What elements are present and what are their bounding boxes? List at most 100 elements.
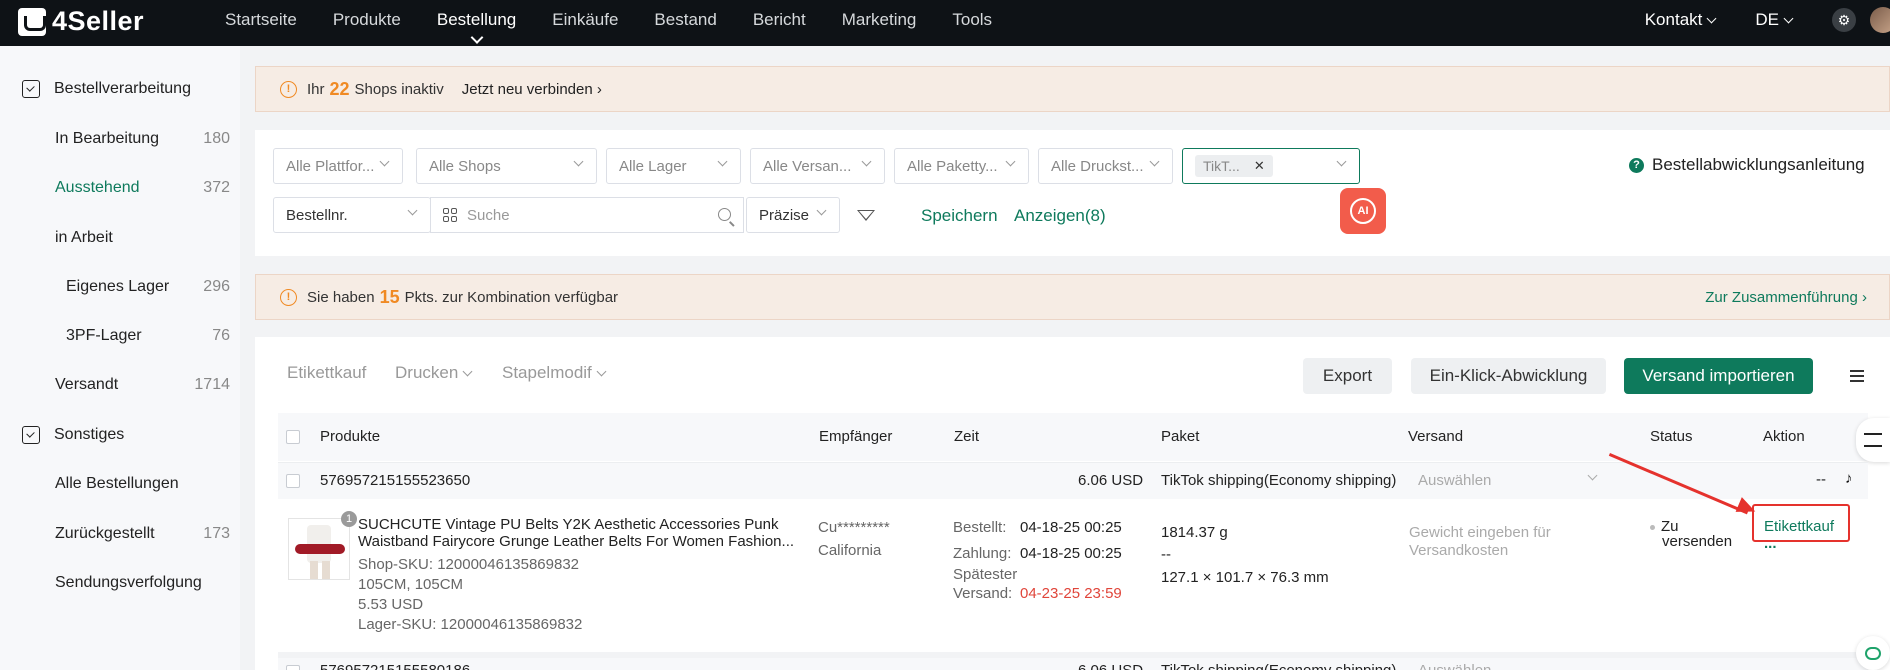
- chevron-down-icon: [462, 366, 473, 376]
- banner-text-pre: Sie haben: [307, 288, 375, 306]
- chevron-down-icon: [1005, 156, 1016, 167]
- tiktok-icon: ♪: [1845, 470, 1853, 487]
- search-icon[interactable]: [718, 208, 731, 221]
- nav-einkaeufe[interactable]: Einkäufe: [552, 0, 618, 46]
- sidebar-item-versandt[interactable]: Versandt 1714: [55, 376, 230, 394]
- language-dropdown[interactable]: DE: [1755, 10, 1794, 30]
- sidebar-item-count: 296: [203, 278, 230, 295]
- batch-edit-dropdown[interactable]: Stapelmodif: [502, 363, 607, 383]
- print-dropdown[interactable]: Drucken: [395, 363, 473, 383]
- show-filters-button[interactable]: Anzeigen(8): [1014, 206, 1106, 226]
- nav-produkte[interactable]: Produkte: [333, 0, 401, 46]
- sidebar-item-label: Zurückgestellt: [55, 525, 155, 542]
- carrier-select[interactable]: Auswählen: [1418, 470, 1608, 489]
- nav-bestand[interactable]: Bestand: [654, 0, 716, 46]
- ordered-label: Bestellt:: [953, 519, 1007, 536]
- package-type-filter-value: Alle Paketty...: [907, 157, 998, 175]
- product-variant: 105CM, 105CM: [358, 576, 464, 593]
- search-input[interactable]: Suche: [430, 197, 744, 233]
- sidebar-item-label: Eigenes Lager: [66, 278, 170, 295]
- warning-icon: !: [280, 288, 297, 306]
- order-id[interactable]: 576957215155580186: [320, 662, 470, 670]
- chevron-down-icon: [1149, 156, 1160, 167]
- filter-icon[interactable]: [857, 210, 875, 221]
- col-produkte: Produkte: [320, 428, 381, 445]
- col-zeit: Zeit: [954, 428, 980, 445]
- chevron-down-icon: [596, 366, 607, 376]
- warehouse-filter[interactable]: Alle Lager: [606, 148, 741, 184]
- sidebar-item-label: In Bearbeitung: [55, 130, 160, 147]
- reconnect-link[interactable]: Jetzt neu verbinden ›: [462, 81, 602, 98]
- select-all-checkbox[interactable]: [286, 430, 300, 444]
- label-purchase-bulk-label: Etikettkauf: [287, 363, 367, 382]
- nav-bericht[interactable]: Bericht: [753, 0, 806, 46]
- chevron-down-icon: [816, 205, 827, 216]
- merge-link[interactable]: Zur Zusammenführung ›: [1705, 289, 1867, 306]
- chevron-down-icon: [1336, 156, 1347, 167]
- sidebar-item-in-bearbeitung[interactable]: In Bearbeitung 180: [55, 130, 230, 148]
- filter-panel: Alle Plattfor... Alle Shops Alle Lager A…: [255, 130, 1890, 256]
- one-click-process-button[interactable]: Ein-Klick-Abwicklung: [1411, 358, 1606, 394]
- sidebar-item-zurueckgestellt[interactable]: Zurückgestellt 173: [55, 525, 230, 543]
- sidebar-item-label: Sendungsverfolgung: [55, 574, 202, 591]
- sidebar-item-in-arbeit[interactable]: in Arbeit: [55, 229, 230, 247]
- sidebar: Bestellverarbeitung In Bearbeitung 180 Au…: [0, 46, 240, 670]
- label-purchase-bulk-button[interactable]: Etikettkauf: [287, 363, 366, 383]
- tag-filter[interactable]: TikT... ✕: [1182, 148, 1360, 184]
- nav-tools[interactable]: Tools: [952, 0, 992, 46]
- shops-filter[interactable]: Alle Shops: [416, 148, 597, 184]
- order-checkbox[interactable]: [286, 474, 300, 488]
- platform-filter[interactable]: Alle Plattfor...: [273, 148, 403, 184]
- carrier-select[interactable]: Auswählen: [1418, 662, 1491, 670]
- search-type-select[interactable]: Bestellnr.: [273, 197, 431, 233]
- print-status-filter[interactable]: Alle Druckst...: [1038, 148, 1173, 184]
- nav-bestellung[interactable]: Bestellung: [437, 0, 516, 46]
- chat-support-icon[interactable]: [1856, 636, 1890, 670]
- package-type-filter[interactable]: Alle Paketty...: [894, 148, 1029, 184]
- export-button[interactable]: Export: [1303, 358, 1392, 394]
- sidebar-item-label: 3PF-Lager: [66, 327, 142, 344]
- search-list-tool-icon[interactable]: [1856, 418, 1890, 462]
- sidebar-item-sendungsverfolgung[interactable]: Sendungsverfolgung: [55, 574, 230, 592]
- sidebar-item-3pf-lager[interactable]: 3PF-Lager 76: [66, 327, 230, 345]
- sidebar-group-order-processing[interactable]: Bestellverarbeitung: [22, 80, 191, 98]
- sidebar-item-alle-bestellungen[interactable]: Alle Bestellungen: [55, 475, 230, 493]
- sidebar-item-label: Versandt: [55, 376, 119, 393]
- close-icon[interactable]: ✕: [1254, 158, 1265, 174]
- product-title-line1[interactable]: SUCHCUTE Vintage PU Belts Y2K Aesthetic …: [358, 516, 778, 533]
- recipient-region: California: [818, 542, 882, 559]
- reconnect-link-label: Jetzt neu verbinden: [461, 80, 593, 98]
- ai-assistant-button[interactable]: AI: [1340, 188, 1386, 234]
- save-filter-button[interactable]: Speichern: [921, 206, 998, 226]
- status-text-line2: versenden: [1662, 533, 1733, 550]
- package-dash: --: [1161, 546, 1171, 563]
- column-settings-icon[interactable]: [1850, 370, 1864, 382]
- product-title-line2[interactable]: Waistband Fairycore Grunge Leather Belts…: [358, 533, 794, 550]
- merge-link-label: Zur Zusammenführung: [1705, 288, 1858, 306]
- sidebar-item-ausstehend[interactable]: Ausstehend 372: [55, 179, 230, 197]
- precision-value: Präzise: [759, 206, 810, 224]
- chevron-down-icon: [861, 156, 872, 167]
- order-checkbox[interactable]: [286, 665, 300, 670]
- ai-icon: AI: [1350, 198, 1376, 224]
- ordered-time: 04-18-25 00:25: [1020, 519, 1122, 536]
- sidebar-group-sonstiges[interactable]: Sonstiges: [22, 426, 124, 444]
- inactive-shops-banner: ! Ihr 22 Shops inaktiv Jetzt neu verbind…: [255, 66, 1890, 112]
- order-id[interactable]: 576957215155523650: [320, 472, 470, 489]
- import-shipping-button[interactable]: Versand importieren: [1624, 358, 1813, 394]
- shop-sku: Shop-SKU: 12000046135869832: [358, 556, 580, 573]
- sidebar-item-count: 372: [203, 179, 230, 196]
- precision-select[interactable]: Präzise: [746, 197, 840, 233]
- gear-icon[interactable]: ⚙: [1832, 8, 1856, 32]
- product-thumbnail[interactable]: [288, 518, 350, 580]
- sidebar-item-eigenes-lager[interactable]: Eigenes Lager 296: [66, 278, 230, 296]
- nav-startseite[interactable]: Startseite: [225, 0, 297, 46]
- nav-marketing[interactable]: Marketing: [842, 0, 917, 46]
- search-placeholder: Suche: [467, 206, 510, 224]
- shipping-filter[interactable]: Alle Versan...: [750, 148, 885, 184]
- order-total: 6.06 USD: [1078, 472, 1144, 489]
- order-guide-link[interactable]: ? Bestellabwicklungsanleitung: [1629, 155, 1865, 175]
- avatar[interactable]: [1870, 7, 1890, 33]
- app-logo[interactable]: 4Seller: [18, 6, 144, 37]
- contact-dropdown[interactable]: Kontakt: [1645, 10, 1717, 30]
